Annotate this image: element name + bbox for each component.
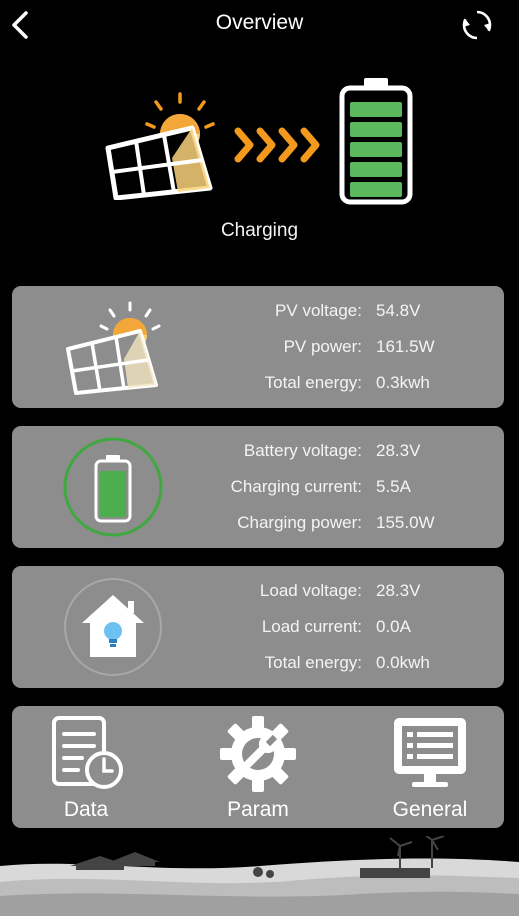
load-energy-value: 0.0kwh	[376, 653, 430, 672]
battery-cell	[350, 162, 402, 177]
pv-power-label: PV power:	[283, 337, 362, 356]
battery-cell	[350, 102, 402, 117]
pv-energy-label: Total energy:	[264, 373, 362, 392]
charging-current-value: 5.5A	[376, 477, 411, 496]
monitor-list-icon	[394, 718, 466, 787]
load-current-row: Load current: 0.0A	[12, 614, 504, 650]
flow-arrows-icon	[234, 127, 320, 163]
nav-data-label: Data	[63, 798, 109, 821]
landscape-illustration	[0, 836, 519, 916]
load-voltage-value: 28.3V	[376, 581, 421, 600]
document-clock-icon	[52, 716, 123, 789]
pv-card: PV voltage: 54.8V PV power: 161.5W Total…	[12, 286, 504, 408]
battery-card: Battery voltage: 28.3V Charging current:…	[12, 426, 504, 548]
refresh-button[interactable]	[460, 8, 494, 42]
bottom-nav: Data Param General	[12, 706, 504, 828]
page-title: Overview	[215, 11, 304, 34]
nav-general-label: General	[392, 798, 468, 821]
pv-power-value: 161.5W	[376, 337, 435, 356]
load-current-value: 0.0A	[376, 617, 411, 636]
top-bar: Overview	[0, 0, 519, 50]
pv-energy-value: 0.3kwh	[376, 373, 430, 392]
pv-voltage-value: 54.8V	[376, 301, 421, 320]
pv-energy-row: Total energy: 0.3kwh	[12, 370, 504, 406]
nav-param-button[interactable]: Param	[188, 706, 328, 828]
battery-cell	[350, 122, 402, 137]
pv-voltage-label: PV voltage:	[275, 301, 362, 320]
battery-cell	[350, 142, 402, 157]
load-voltage-label: Load voltage:	[259, 581, 362, 600]
battery-voltage-label: Battery voltage:	[243, 441, 362, 460]
charging-power-row: Charging power: 155.0W	[12, 510, 504, 546]
battery-voltage-row: Battery voltage: 28.3V	[12, 438, 504, 474]
charging-hero: Charging	[0, 70, 519, 250]
load-energy-row: Total energy: 0.0kwh	[12, 650, 504, 686]
load-energy-label: Total energy:	[264, 653, 362, 672]
nav-data-button[interactable]: Data	[16, 706, 156, 828]
charging-power-label: Charging power:	[237, 513, 362, 532]
gear-wrench-icon	[220, 716, 296, 792]
nav-general-button[interactable]: General	[360, 706, 500, 828]
charging-current-label: Charging current:	[230, 477, 362, 496]
pv-power-row: PV power: 161.5W	[12, 334, 504, 370]
solar-panel-icon	[105, 92, 215, 200]
refresh-icon	[462, 10, 492, 40]
charging-power-value: 155.0W	[376, 513, 435, 532]
charging-current-row: Charging current: 5.5A	[12, 474, 504, 510]
charging-status: Charging	[220, 220, 299, 241]
load-current-label: Load current:	[261, 617, 362, 636]
battery-full-icon	[339, 78, 413, 205]
battery-voltage-value: 28.3V	[376, 441, 421, 460]
load-card: Load voltage: 28.3V Load current: 0.0A T…	[12, 566, 504, 688]
battery-cell	[350, 182, 402, 197]
pv-voltage-row: PV voltage: 54.8V	[12, 298, 504, 334]
load-voltage-row: Load voltage: 28.3V	[12, 578, 504, 614]
nav-param-label: Param	[227, 798, 289, 821]
